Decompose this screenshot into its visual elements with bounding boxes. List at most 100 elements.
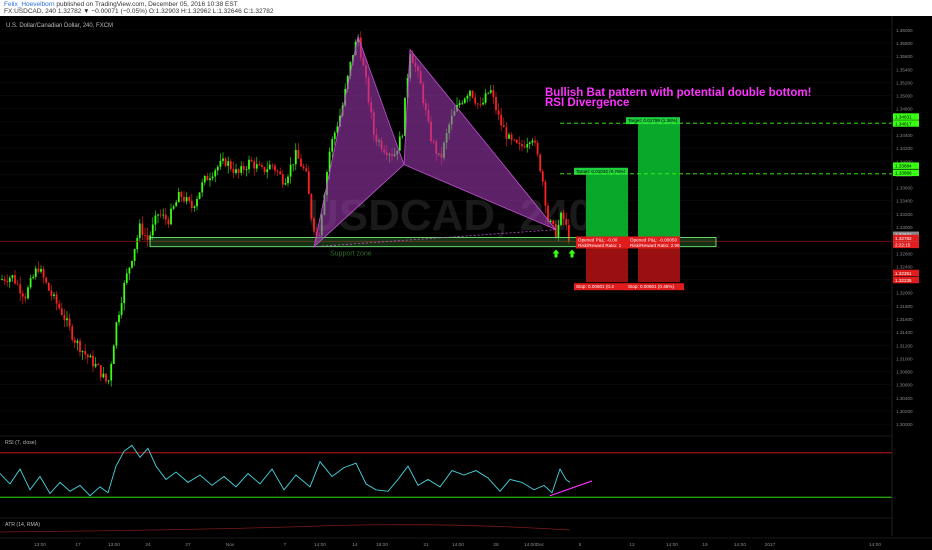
candle bbox=[68, 318, 71, 327]
price-marker-label: 1.33884 bbox=[895, 164, 912, 169]
price-tick-label: 1.34200 bbox=[896, 146, 913, 151]
time-tick-label: 21 bbox=[423, 542, 429, 548]
price-marker-label: 1.34631 bbox=[895, 114, 912, 119]
target-label: Target: 0.01032 (0.78%) bbox=[576, 169, 626, 174]
price-tick-label: 1.31600 bbox=[896, 317, 913, 322]
candle bbox=[284, 183, 287, 185]
candle bbox=[224, 158, 227, 166]
candle bbox=[261, 165, 263, 168]
price-tick-label: 1.31800 bbox=[896, 304, 913, 309]
candle bbox=[29, 278, 32, 288]
candle bbox=[201, 182, 204, 193]
candle bbox=[287, 176, 289, 184]
candle bbox=[539, 154, 542, 172]
price-tick-label: 1.33400 bbox=[896, 199, 913, 204]
candle bbox=[196, 198, 198, 207]
candle bbox=[489, 90, 492, 93]
rsi-title: RSI (7, close) bbox=[5, 440, 37, 446]
candle bbox=[136, 237, 139, 250]
price-marker-label: 2:22:15 bbox=[895, 243, 911, 248]
candle bbox=[310, 193, 313, 219]
price-tick-label: 1.35800 bbox=[896, 41, 913, 46]
opened-pnl-label: Opened P&L: -0.00 bbox=[578, 237, 618, 242]
price-tick-label: 1.35600 bbox=[896, 54, 913, 59]
candle bbox=[276, 170, 279, 172]
candle bbox=[198, 192, 201, 199]
price-tick-label: 1.32400 bbox=[896, 264, 913, 269]
candle bbox=[237, 169, 240, 173]
candle bbox=[81, 351, 84, 353]
candle bbox=[128, 267, 131, 274]
candle bbox=[115, 322, 118, 346]
candle bbox=[274, 165, 276, 171]
candle bbox=[146, 235, 149, 240]
candle bbox=[484, 93, 487, 103]
candle bbox=[242, 166, 245, 170]
candle bbox=[266, 169, 269, 173]
time-tick-label: 14:00 bbox=[524, 542, 536, 548]
time-tick-label: 14:00 bbox=[314, 542, 326, 548]
candle bbox=[16, 283, 19, 285]
price-tick-label: 1.31200 bbox=[896, 343, 913, 348]
candle bbox=[289, 164, 292, 177]
candle bbox=[14, 275, 16, 284]
candle bbox=[492, 90, 495, 98]
price-tick-label: 1.30200 bbox=[896, 409, 913, 414]
candle bbox=[92, 355, 94, 367]
candle bbox=[398, 136, 401, 151]
candle bbox=[175, 202, 178, 207]
price-tick-label: 1.34400 bbox=[896, 133, 913, 138]
time-tick-label: 17 bbox=[75, 542, 81, 548]
candle bbox=[248, 159, 250, 170]
candle bbox=[510, 134, 513, 140]
chart-canvas[interactable]: U.S. Dollar/Canadian Dollar, 240, FXCM U… bbox=[0, 16, 932, 550]
price-tick-label: 1.35200 bbox=[896, 80, 913, 85]
symbol-title: U.S. Dollar/Canadian Dollar, 240, FXCM bbox=[6, 23, 113, 29]
candle bbox=[6, 281, 9, 283]
candle bbox=[180, 191, 183, 197]
quote-line: FX:USDCAD, 240 1.32782 ▼ −0.00071 (−0.05… bbox=[4, 8, 274, 15]
candle bbox=[268, 164, 271, 170]
candle bbox=[333, 132, 336, 140]
candle bbox=[123, 282, 126, 304]
candle bbox=[240, 166, 243, 173]
candle bbox=[42, 268, 45, 278]
candle bbox=[110, 363, 113, 381]
candle bbox=[294, 149, 297, 165]
candle bbox=[541, 171, 544, 182]
candle bbox=[305, 168, 308, 172]
candle bbox=[463, 98, 466, 103]
candle bbox=[536, 142, 539, 155]
candle bbox=[188, 197, 191, 201]
candle bbox=[21, 293, 24, 297]
candle bbox=[469, 90, 471, 96]
price-marker-label: 1.32782 bbox=[895, 236, 912, 241]
candle bbox=[523, 146, 526, 148]
price-tick-label: 1.30600 bbox=[896, 383, 913, 388]
time-tick-label: 18:00 bbox=[376, 542, 388, 548]
candle bbox=[300, 158, 302, 167]
candle bbox=[554, 224, 557, 238]
candle bbox=[222, 158, 224, 161]
price-tick-label: 1.33600 bbox=[896, 186, 913, 191]
candle bbox=[471, 90, 474, 98]
candle bbox=[190, 200, 193, 208]
candle bbox=[167, 219, 170, 225]
candle bbox=[502, 125, 505, 128]
price-tick-label: 1.32000 bbox=[896, 291, 913, 296]
price-tick-label: 1.33000 bbox=[896, 225, 913, 230]
candle bbox=[229, 161, 232, 169]
candle bbox=[50, 290, 53, 296]
candle bbox=[401, 135, 404, 137]
candle bbox=[107, 380, 110, 382]
candle bbox=[79, 340, 81, 353]
candle bbox=[1, 279, 3, 280]
candle bbox=[271, 164, 274, 166]
candle bbox=[307, 171, 310, 194]
author-link[interactable]: Felix_Hoevelborn bbox=[4, 1, 55, 8]
candle bbox=[102, 373, 105, 378]
time-tick-label: Nov bbox=[226, 542, 235, 548]
candle bbox=[263, 167, 266, 173]
time-tick-label: 14 bbox=[352, 542, 358, 548]
candle bbox=[131, 260, 133, 268]
